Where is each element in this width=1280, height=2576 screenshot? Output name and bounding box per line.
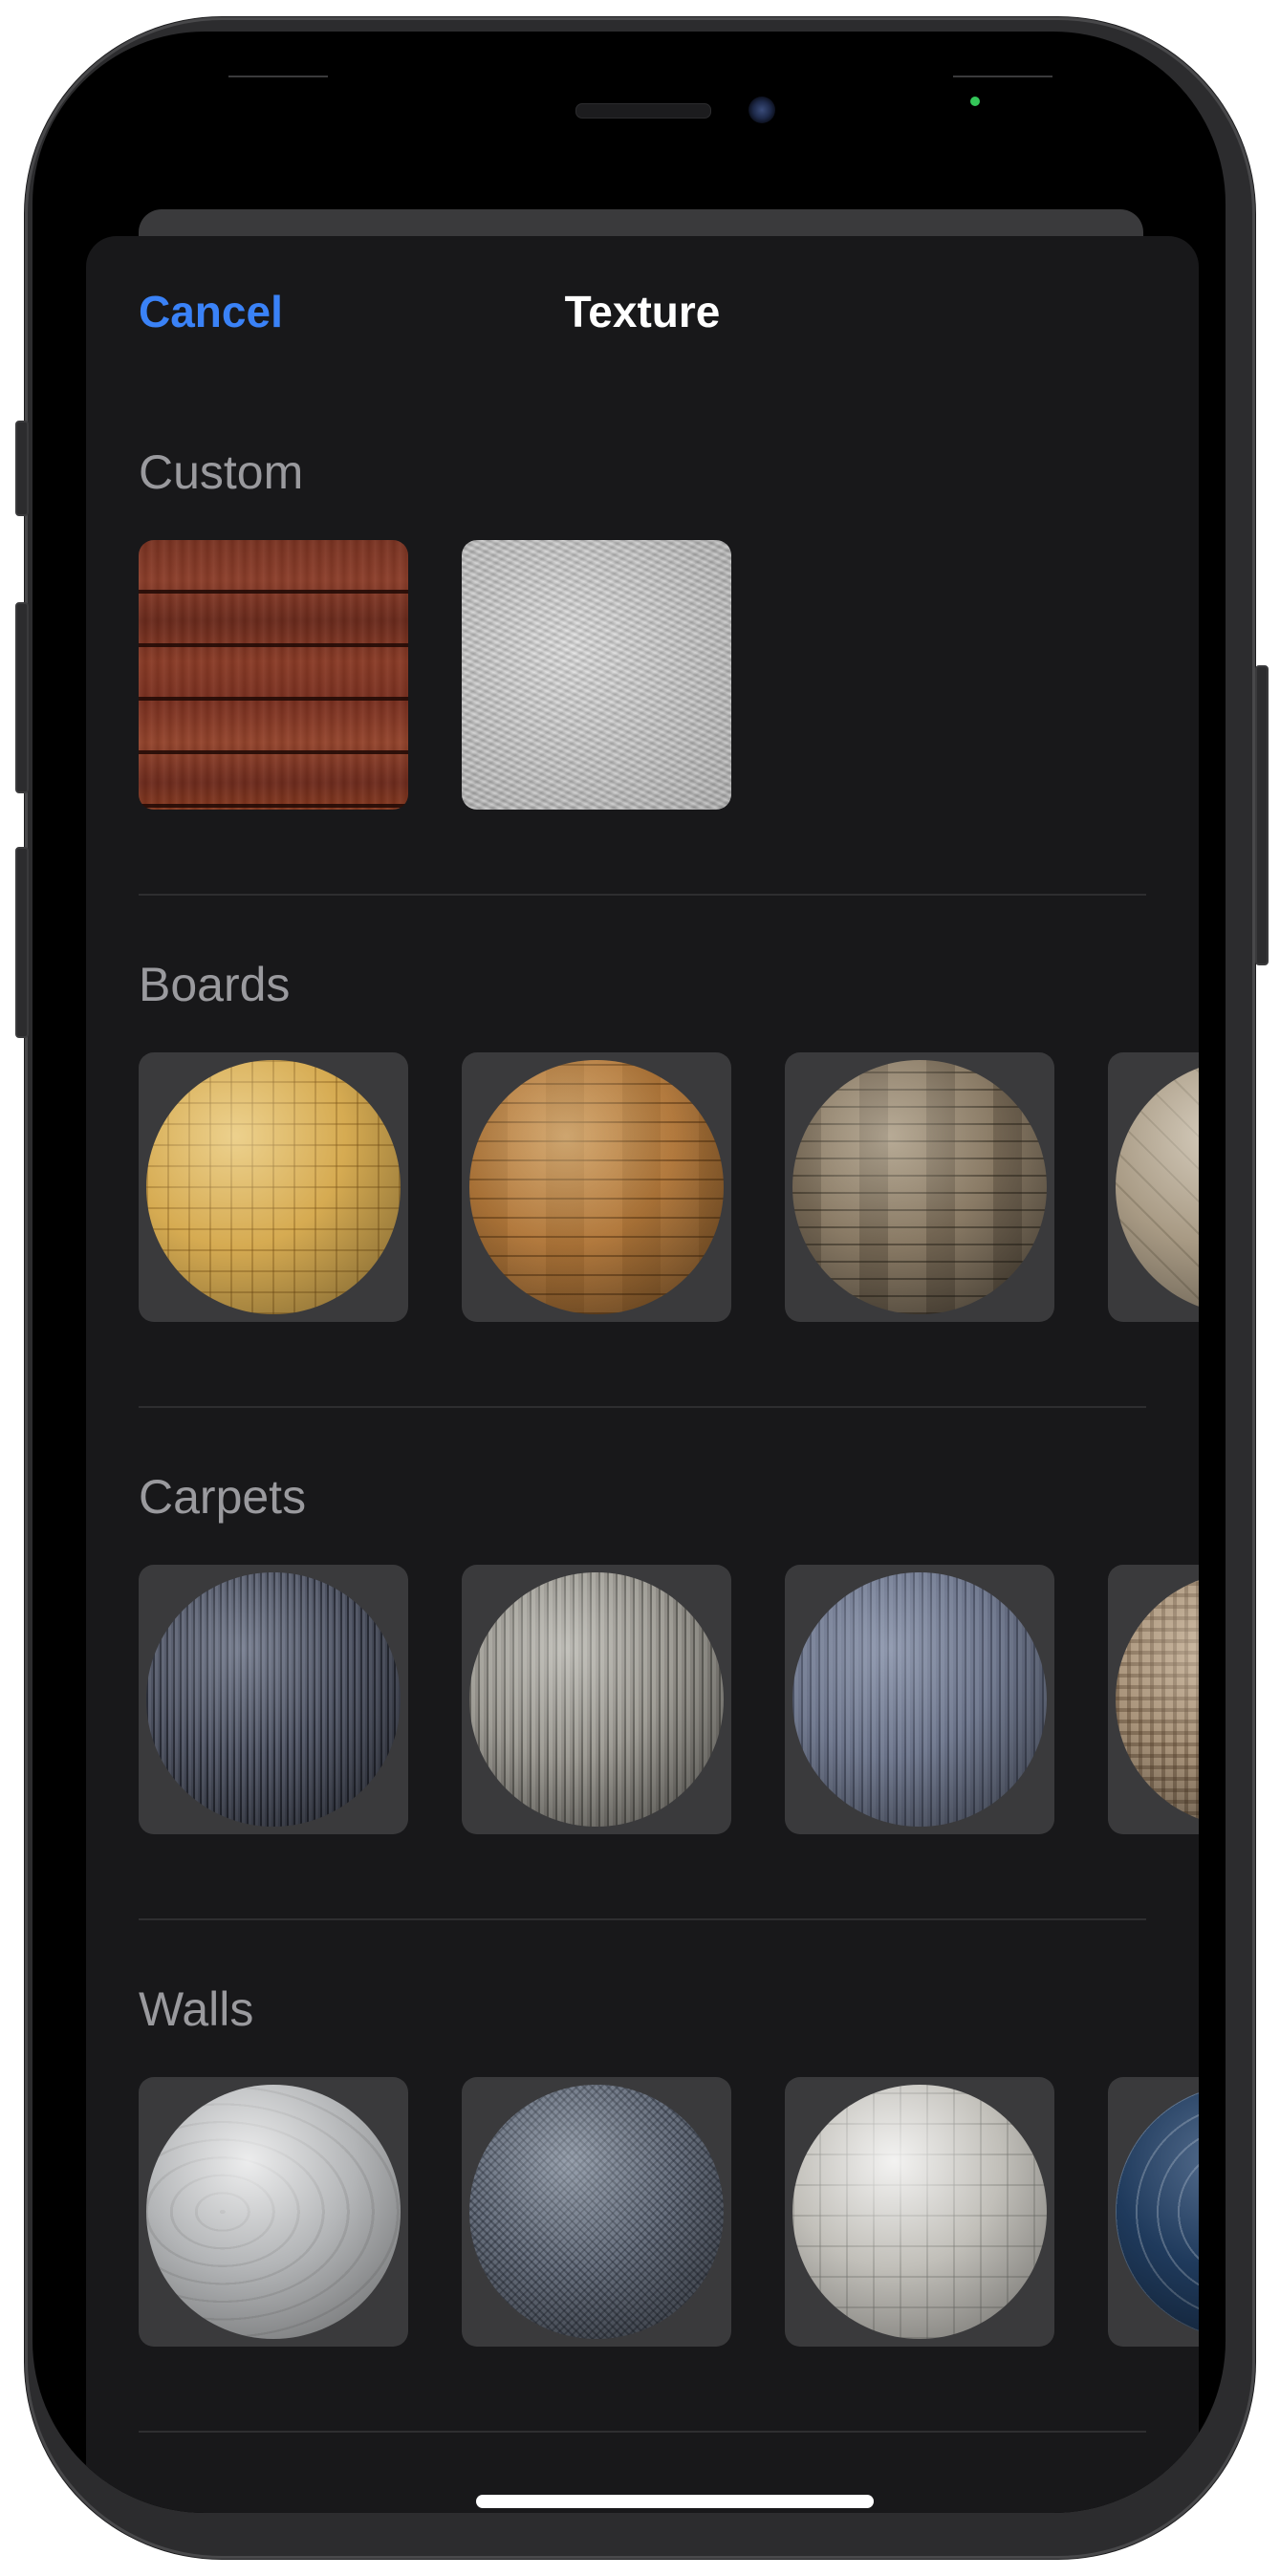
- section-title-boards: Boards: [139, 958, 291, 1011]
- texture-sphere: [792, 2085, 1047, 2339]
- status-bar-line-left: [228, 76, 328, 77]
- texture-row-custom: [139, 540, 1199, 810]
- section-title-custom: Custom: [139, 445, 304, 499]
- camera-in-use-indicator: [970, 97, 980, 106]
- beige-parquet-sphere[interactable]: [1108, 1052, 1199, 1322]
- light-parquet-sphere[interactable]: [139, 1052, 408, 1322]
- screen: Cancel Texture Custom Boards Carpets Wal…: [33, 32, 1226, 2513]
- section-carpets: Carpets: [86, 1469, 1199, 1851]
- home-indicator[interactable]: [476, 2495, 874, 2508]
- texture-sphere: [146, 1060, 401, 1314]
- section-custom: Custom: [86, 444, 1199, 827]
- section-boards: Boards: [86, 957, 1199, 1339]
- dark-carpet-sphere[interactable]: [139, 1565, 408, 1834]
- volume-down-button: [15, 847, 29, 1038]
- texture-row-carpets: [139, 1565, 1199, 1834]
- texture-row-boards: [139, 1052, 1199, 1322]
- earpiece-speaker: [575, 103, 711, 119]
- section-divider: [139, 2431, 1146, 2433]
- texture-sphere: [792, 1572, 1047, 1827]
- tile-wall-sphere[interactable]: [785, 2077, 1054, 2347]
- power-button: [1255, 665, 1269, 965]
- blue-carpet-sphere[interactable]: [785, 1565, 1054, 1834]
- silver-wall-sphere[interactable]: [139, 2077, 408, 2347]
- texture-sphere: [1116, 1060, 1199, 1314]
- wood-planks-texture[interactable]: [139, 540, 408, 810]
- checked-carpet-sphere[interactable]: [1108, 1565, 1199, 1834]
- status-bar-line-right: [953, 76, 1052, 77]
- texture-sphere: [146, 2085, 401, 2339]
- section-title-walls: Walls: [139, 1982, 254, 2036]
- texture-sphere: [1116, 2085, 1199, 2339]
- white-fur-texture[interactable]: [462, 540, 731, 810]
- section-divider: [139, 1406, 1146, 1408]
- navigation-bar: Cancel Texture: [86, 236, 1199, 379]
- texture-sphere: [469, 1572, 724, 1827]
- texture-sphere: [469, 2085, 724, 2339]
- slate-wall-sphere[interactable]: [462, 2077, 731, 2347]
- texture-sphere: [792, 1060, 1047, 1314]
- texture-sphere: [469, 1060, 724, 1314]
- oak-boards-sphere[interactable]: [462, 1052, 731, 1322]
- section-divider: [139, 1918, 1146, 1920]
- section-title-carpets: Carpets: [139, 1470, 307, 1524]
- texture-sphere: [1116, 1572, 1199, 1827]
- navy-wall-sphere[interactable]: [1108, 2077, 1199, 2347]
- front-camera-icon: [748, 97, 775, 123]
- texture-row-walls: [139, 2077, 1199, 2347]
- grey-wood-sphere[interactable]: [785, 1052, 1054, 1322]
- texture-picker-sheet: Cancel Texture Custom Boards Carpets Wal…: [86, 236, 1199, 2513]
- silent-switch: [15, 421, 29, 516]
- light-carpet-sphere[interactable]: [462, 1565, 731, 1834]
- section-walls: Walls: [86, 1981, 1199, 2364]
- volume-up-button: [15, 602, 29, 793]
- texture-sphere: [146, 1572, 401, 1827]
- page-title: Texture: [564, 287, 721, 336]
- section-divider: [139, 894, 1146, 896]
